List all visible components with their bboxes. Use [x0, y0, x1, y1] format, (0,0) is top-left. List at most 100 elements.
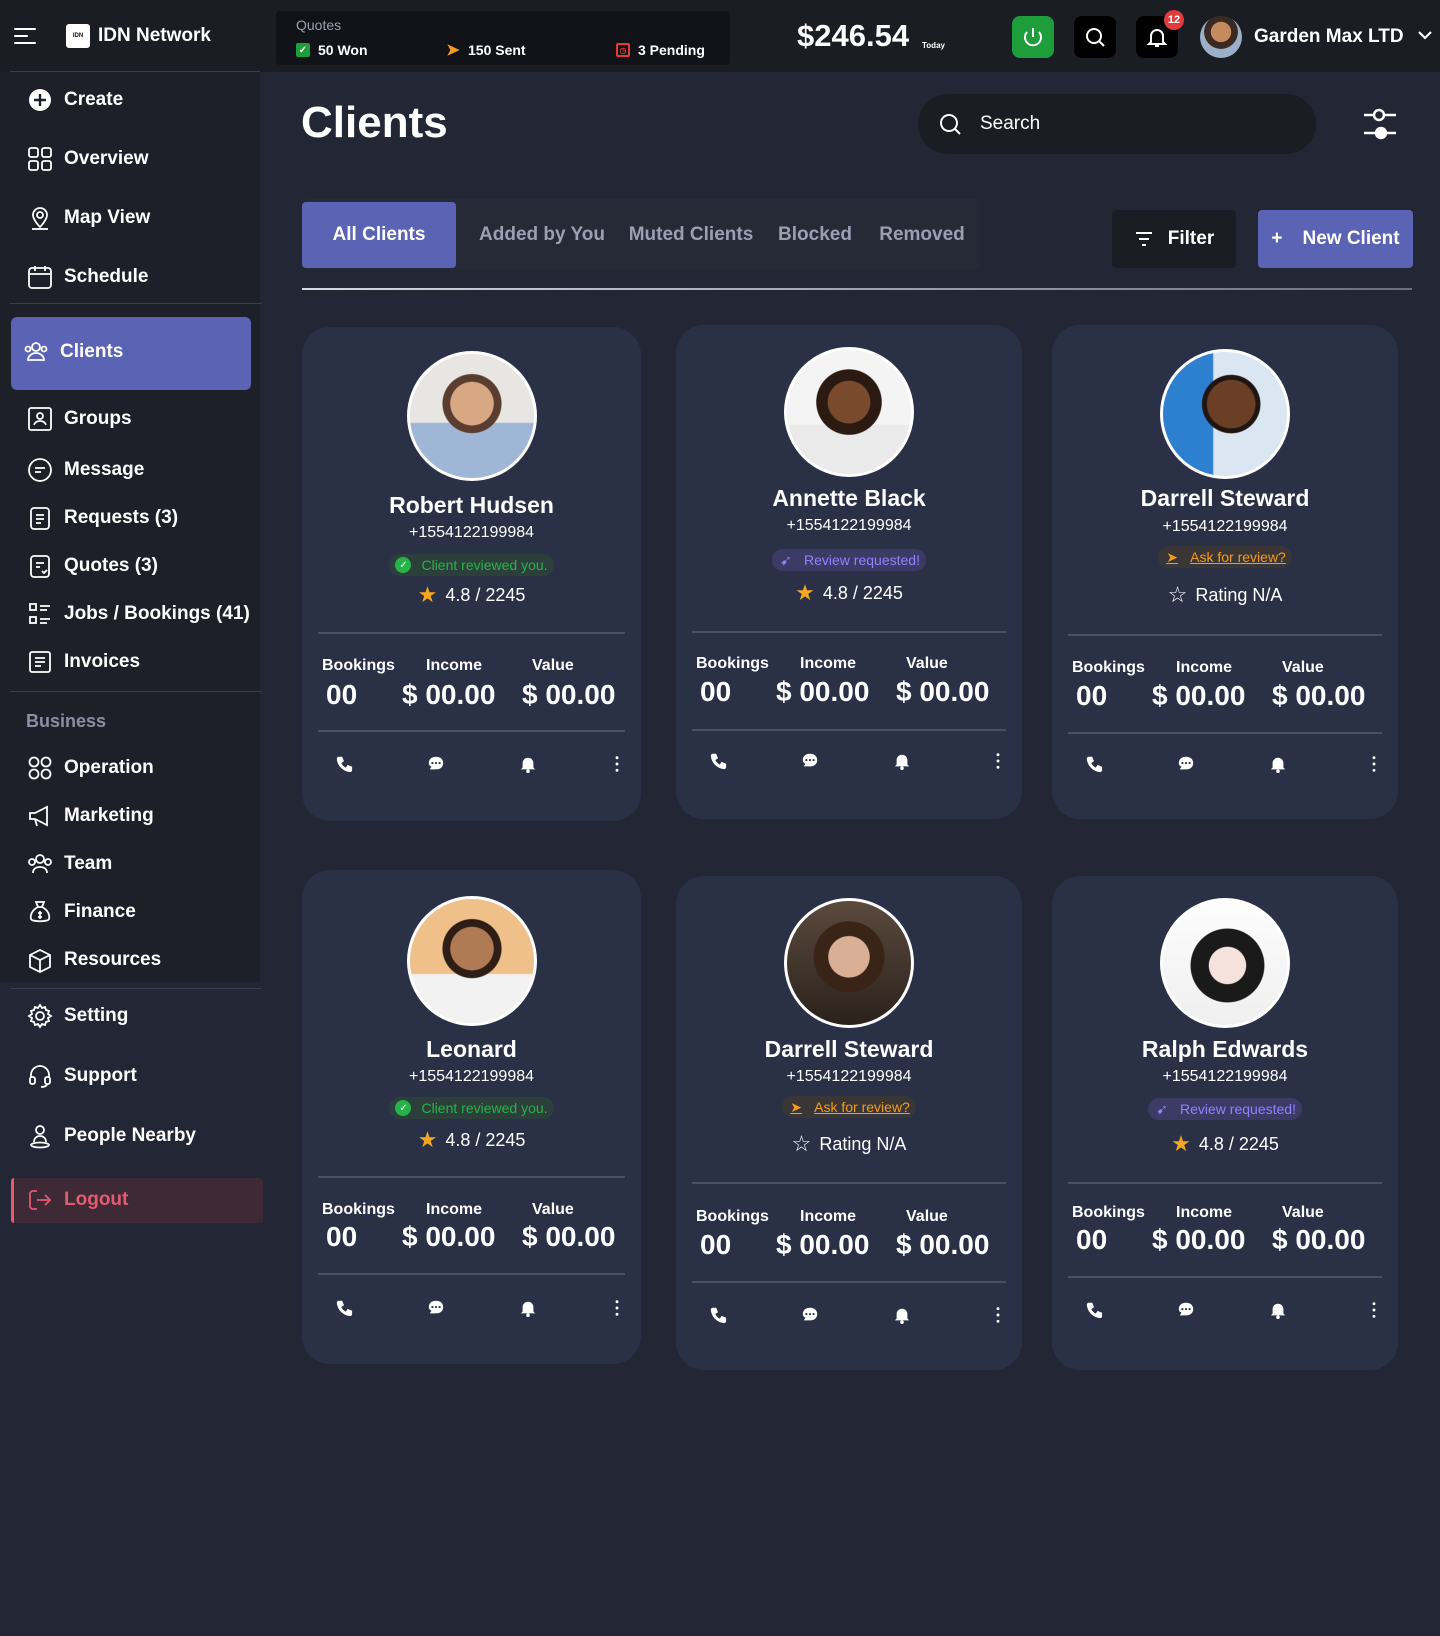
sidebar-item-schedule[interactable]: Schedule	[26, 263, 148, 291]
sidebar-item-people-nearby[interactable]: People Nearby	[26, 1122, 196, 1150]
sidebar-item-clients[interactable]: Clients	[22, 338, 123, 366]
sidebar-item-setting[interactable]: Setting	[26, 1002, 128, 1030]
more-options-button[interactable]	[1362, 1298, 1386, 1322]
quote-doc-icon	[26, 552, 54, 580]
message-button[interactable]	[798, 749, 822, 773]
menu-icon[interactable]	[14, 28, 36, 44]
more-options-button[interactable]	[986, 1303, 1010, 1327]
review-status-badge[interactable]: ➤ Ask for review?	[782, 1096, 916, 1118]
review-status-badge: ✓ Client reviewed you.	[389, 554, 554, 576]
sliders-icon[interactable]	[1360, 105, 1400, 143]
message-button[interactable]	[1174, 1298, 1198, 1322]
review-status-badge[interactable]: ➤ Ask for review?	[1158, 546, 1292, 568]
message-button[interactable]	[1174, 752, 1198, 776]
new-client-button[interactable]: + New Client	[1258, 210, 1413, 268]
more-options-button[interactable]	[1362, 752, 1386, 776]
value-label: Value	[532, 657, 574, 674]
sidebar-item-invoices[interactable]: Invoices	[26, 648, 140, 676]
sidebar-item-quotes[interactable]: Quotes (3)	[26, 552, 158, 580]
more-options-button[interactable]	[605, 752, 629, 776]
sidebar-item-create[interactable]: Create	[26, 86, 123, 114]
notification-count-badge: 12	[1164, 10, 1184, 30]
sidebar-item-finance[interactable]: Finance	[26, 898, 136, 926]
tab-muted-clients[interactable]: Muted Clients	[626, 202, 756, 268]
client-avatar	[406, 896, 537, 1026]
notify-button[interactable]	[1266, 752, 1290, 776]
value-value: $ 00.00	[1272, 1224, 1366, 1255]
review-status-badge: ➹ Review requested!	[772, 549, 926, 571]
sidebar-item-operation[interactable]: Operation	[26, 754, 154, 782]
user-menu[interactable]: Garden Max LTD	[1200, 16, 1434, 58]
more-options-button[interactable]	[986, 749, 1010, 773]
client-card[interactable]: Robert Hudsen +1554122199984 ✓ Client revie…	[302, 327, 641, 821]
notify-button[interactable]	[1266, 1298, 1290, 1322]
notify-button[interactable]	[516, 752, 540, 776]
bell-icon	[1270, 757, 1286, 773]
sidebar-item-requests[interactable]: Requests (3)	[26, 504, 178, 532]
client-phone: +1554122199984	[408, 524, 535, 541]
sidebar-item-overview[interactable]: Overview	[26, 145, 149, 173]
phone-icon	[710, 753, 727, 770]
search-button[interactable]	[1074, 16, 1116, 58]
value-value: $ 00.00	[896, 1229, 990, 1260]
income-value: $ 00.00	[776, 676, 870, 707]
client-card[interactable]: Darrell Steward +1554122199984 ➤ Ask for re…	[1052, 325, 1398, 819]
sidebar-item-label: Schedule	[64, 266, 149, 287]
filter-button[interactable]: Filter	[1112, 210, 1236, 268]
logout-button[interactable]: Logout	[26, 1186, 128, 1214]
tab-all-clients[interactable]: All Clients	[302, 202, 456, 268]
power-icon	[1024, 28, 1042, 47]
sidebar-item-support[interactable]: Support	[26, 1062, 137, 1090]
page-title: Clients	[301, 98, 448, 147]
client-avatar	[406, 351, 537, 481]
tab-added-by-you[interactable]: Added by You	[474, 202, 610, 268]
client-avatar	[1160, 898, 1290, 1028]
badge-text: Review requested!	[804, 552, 920, 568]
sidebar-item-team[interactable]: Team	[26, 850, 112, 878]
check-icon: ✓	[296, 43, 310, 57]
sidebar-item-resources[interactable]: Resources	[26, 946, 161, 974]
notify-button[interactable]	[516, 1296, 540, 1320]
call-button[interactable]	[706, 1303, 730, 1327]
review-status-badge: ➹ Review requested!	[1148, 1098, 1302, 1120]
call-button[interactable]	[706, 749, 730, 773]
tab-removed[interactable]: Removed	[874, 202, 970, 268]
rating-text: Rating N/A	[819, 1133, 907, 1154]
call-button[interactable]	[1082, 1298, 1106, 1322]
map-pin-icon	[26, 204, 54, 232]
client-card[interactable]: Ralph Edwards +1554122199984 ➹ Review reque…	[1052, 876, 1398, 1370]
sidebar-item-jobs-bookings[interactable]: Jobs / Bookings (41)	[26, 600, 250, 628]
quotes-summary[interactable]: Quotes ✓ 50 Won ➤ 150 Sent ◷ 3 Pending	[276, 11, 730, 65]
power-button[interactable]	[1012, 16, 1054, 58]
call-button[interactable]	[1082, 752, 1106, 776]
call-button[interactable]	[332, 1296, 356, 1320]
message-button[interactable]	[424, 752, 448, 776]
bookings-value: 00	[1076, 1224, 1108, 1255]
users-icon	[22, 338, 50, 366]
more-options-button[interactable]	[605, 1296, 629, 1320]
sidebar-item-marketing[interactable]: Marketing	[26, 802, 154, 830]
bell-icon	[520, 1301, 536, 1317]
chat-bubble-icon	[1178, 756, 1194, 770]
search-input[interactable]	[980, 113, 1260, 135]
sidebar-item-groups[interactable]: Groups	[26, 405, 132, 433]
notify-button[interactable]	[890, 749, 914, 773]
search-bar	[918, 94, 1316, 154]
badge-text: Client reviewed you.	[421, 1100, 548, 1116]
sidebar-item-message[interactable]: Message	[26, 456, 144, 484]
notify-button[interactable]	[890, 1303, 914, 1327]
income-label: Income	[800, 655, 857, 672]
tab-blocked[interactable]: Blocked	[772, 202, 858, 268]
client-card[interactable]: Leonard +1554122199984 ✓ Client reviewed yo…	[302, 870, 641, 1364]
divider	[1068, 634, 1382, 636]
message-button[interactable]	[798, 1303, 822, 1327]
client-card[interactable]: Annette Black +1554122199984 ➹ Review reque…	[676, 325, 1022, 819]
client-name: Leonard	[426, 1036, 517, 1062]
client-card[interactable]: Darrell Steward +1554122199984 ➤ Ask for re…	[676, 876, 1022, 1370]
message-button[interactable]	[424, 1296, 448, 1320]
client-rating: ★ 4.8 / 2245	[418, 582, 526, 608]
divider	[10, 303, 262, 304]
notifications-button[interactable]: 12	[1136, 10, 1184, 58]
sidebar-item-map-view[interactable]: Map View	[26, 204, 150, 232]
call-button[interactable]	[332, 752, 356, 776]
